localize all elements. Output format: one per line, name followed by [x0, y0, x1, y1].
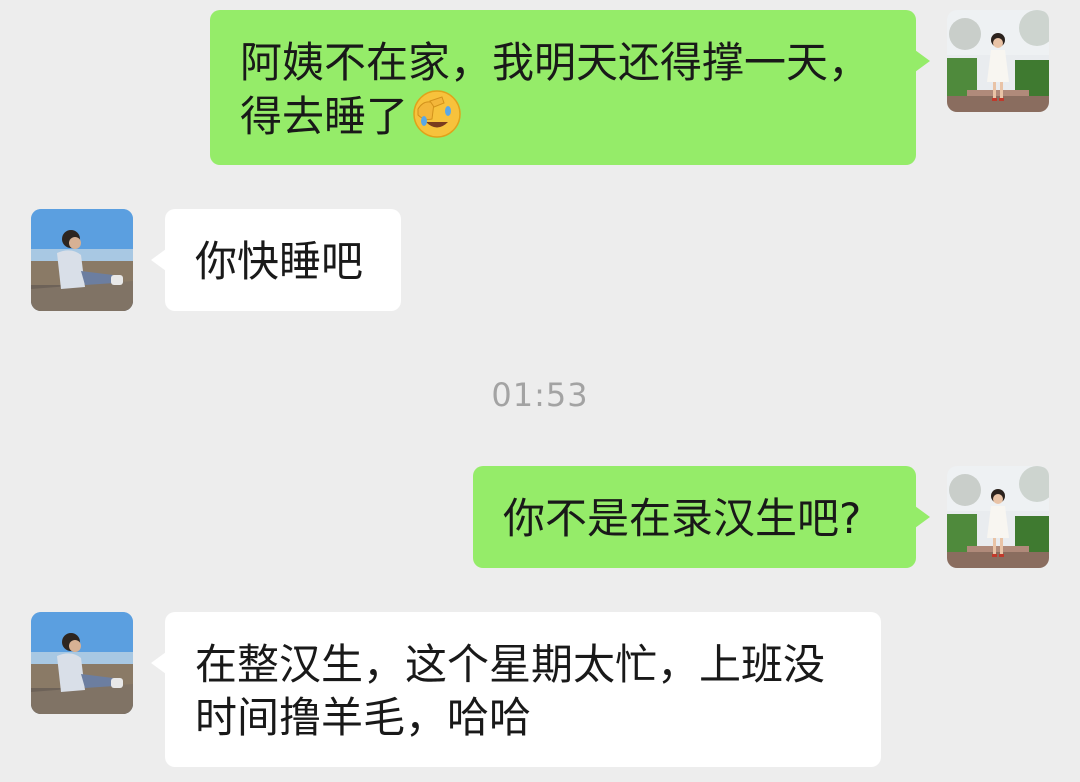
- message-bubble-other[interactable]: 在整汉生，这个星期太忙，上班没 时间撸羊毛，哈哈: [151, 612, 881, 767]
- message-line: 你不是在录汉生吧?: [503, 494, 862, 543]
- message-line: 得去睡了: [240, 92, 409, 141]
- girl-by-sea-avatar-icon[interactable]: [31, 209, 133, 311]
- girl-in-garden-avatar-icon[interactable]: [947, 10, 1049, 112]
- message-line: 在整汉生，这个星期太忙，上班没: [195, 640, 826, 689]
- girl-by-sea-avatar-icon[interactable]: [31, 612, 133, 714]
- message-bubble-self[interactable]: 你不是在录汉生吧?: [473, 466, 930, 568]
- message-line: 时间撸羊毛，哈哈: [195, 693, 532, 742]
- girl-in-garden-avatar-icon[interactable]: [947, 466, 1049, 568]
- chat-window: 阿姨不在家，我明天还得撑一天， 得去睡了 你快睡吧 01:53 你不是在录汉生吧…: [0, 0, 1080, 782]
- message-timestamp: 01:53: [491, 376, 589, 414]
- message-line: 你快睡吧: [195, 237, 364, 286]
- face-palm-emoji-icon: [412, 89, 462, 139]
- message-line: 阿姨不在家，我明天还得撑一天，: [240, 38, 871, 87]
- message-bubble-other[interactable]: 你快睡吧: [151, 209, 401, 311]
- message-bubble-self[interactable]: 阿姨不在家，我明天还得撑一天， 得去睡了: [210, 10, 930, 165]
